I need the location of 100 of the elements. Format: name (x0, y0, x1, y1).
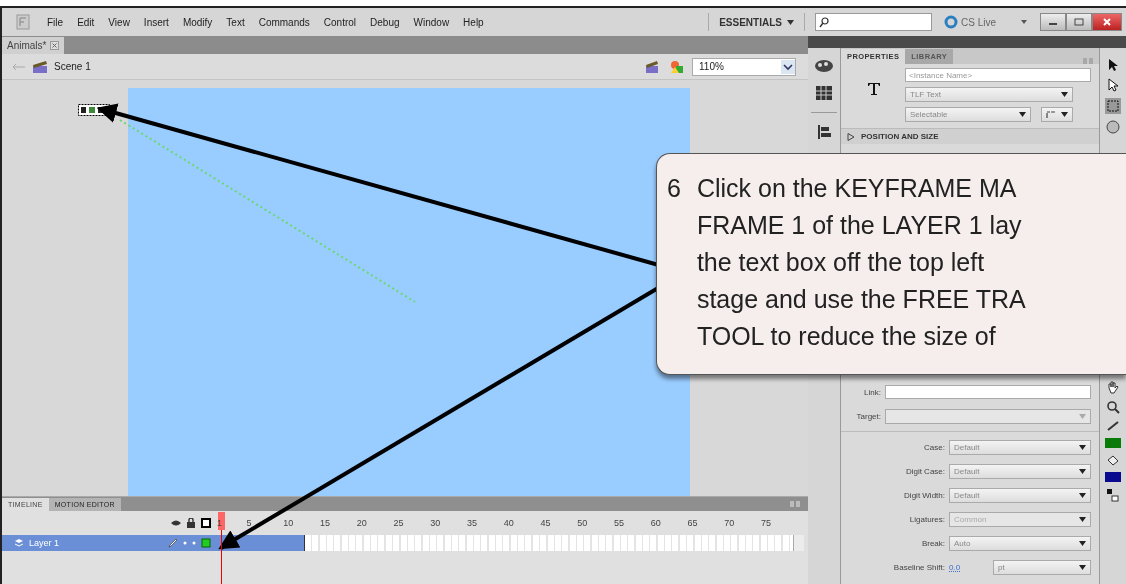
frame-number: 25 (393, 518, 404, 528)
layer-icon (14, 538, 24, 548)
fill-color-swatch[interactable] (1105, 472, 1121, 482)
playhead[interactable] (218, 512, 225, 584)
menu-item[interactable]: View (101, 16, 137, 28)
menu-item[interactable]: Text (219, 16, 252, 28)
baseline-shift-value[interactable]: 0.0 (949, 562, 989, 572)
field-label: Digit Case: (904, 466, 945, 476)
hand-icon[interactable] (1106, 380, 1120, 394)
frame-number: 55 (613, 518, 624, 528)
scrollbar[interactable] (793, 535, 804, 551)
dropdown-caret-icon (1079, 540, 1086, 546)
close-icon[interactable] (50, 41, 60, 50)
subselection-tool-icon[interactable] (1107, 78, 1119, 92)
lock-icon[interactable] (187, 518, 195, 528)
grid-icon[interactable] (816, 86, 832, 100)
stroke-color-swatch[interactable] (1105, 438, 1121, 448)
menu-item[interactable]: Window (406, 16, 457, 28)
minimize-button[interactable] (1040, 13, 1066, 31)
field-label: Ligatures: (908, 514, 945, 524)
instruction-text: FRAME 1 of the LAYER 1 lay (696, 210, 1023, 241)
frame-number: 15 (319, 518, 330, 528)
frame-number: 50 (577, 518, 588, 528)
field-label: Link: (863, 387, 881, 397)
menu-item[interactable]: Edit (70, 16, 102, 28)
frame-number: 1 (217, 518, 222, 528)
field-label: Target: (855, 411, 881, 421)
search-field[interactable] (815, 13, 932, 31)
text-box-drawing (78, 104, 110, 116)
dropdown-caret-icon[interactable] (1020, 19, 1028, 25)
dropdown-caret-icon (1061, 112, 1068, 117)
pencil-icon (168, 538, 178, 548)
dropdown-caret-icon (1079, 468, 1086, 474)
frame-number: 70 (724, 518, 735, 528)
text-tool-icon (867, 82, 881, 96)
clapperboard-icon (32, 59, 48, 74)
restore-icon (1074, 18, 1084, 26)
close-icon (1102, 18, 1112, 26)
field-label: Case: (923, 442, 945, 452)
dot-icon (183, 541, 187, 545)
menu-item[interactable]: Control (316, 16, 364, 28)
frame-number: 45 (540, 518, 551, 528)
eye-icon[interactable] (171, 519, 181, 527)
dropdown-caret-icon (781, 59, 795, 74)
zoom-dropdown[interactable]: 110% (692, 57, 796, 76)
frame-number: 10 (283, 518, 294, 528)
swap-colors-icon[interactable] (1106, 488, 1120, 502)
instruction-text: Click on the KEYFRAME MA (696, 173, 1018, 204)
dropdown-caret-icon (787, 19, 794, 25)
transform-tool-icon[interactable] (1105, 98, 1121, 114)
field-label: Break: (920, 538, 945, 548)
document-tab[interactable]: Animals* (2, 37, 65, 54)
field-label: Digit Width: (903, 490, 945, 500)
frame-number: 75 (760, 518, 771, 528)
instruction-text: the text box off the top left (696, 247, 986, 278)
instance-name-field[interactable]: <Instance Name> (905, 68, 1091, 82)
palette-icon[interactable] (814, 58, 834, 74)
sphere-tool-icon[interactable] (1106, 120, 1120, 134)
outline-color-icon (201, 538, 211, 548)
dropdown-caret-icon (1079, 516, 1086, 522)
scene-label[interactable]: Scene 1 (54, 61, 91, 72)
menu-item[interactable]: Debug (363, 16, 407, 28)
dropdown-caret-icon (1079, 492, 1086, 498)
workspace-switcher[interactable]: ESSENTIALS (719, 16, 794, 28)
menu-item[interactable]: Commands (251, 16, 317, 28)
menu-item[interactable]: Insert (136, 16, 176, 28)
instruction-text: stage and use the FREE TRA (696, 284, 1026, 315)
instruction-text: TOOL to reduce the size of (696, 321, 997, 352)
align-icon[interactable] (817, 125, 831, 139)
frame-number: 5 (246, 518, 252, 528)
dot-icon (192, 541, 196, 545)
link-field[interactable] (885, 385, 1091, 399)
menu-item[interactable]: Help (456, 16, 491, 28)
menu-item[interactable]: File (40, 16, 71, 28)
frame-number: 40 (503, 518, 514, 528)
orientation-dropdown[interactable] (1041, 107, 1073, 122)
step-number: 6 (667, 173, 681, 204)
selection-tool-icon[interactable] (1107, 58, 1119, 72)
frame-number: 60 (650, 518, 661, 528)
frame-number: 65 (687, 518, 698, 528)
dropdown-caret-icon (1079, 413, 1086, 419)
stroke-pencil-icon[interactable] (1106, 420, 1120, 432)
zoom-icon[interactable] (1106, 400, 1120, 414)
outline-square-icon[interactable] (201, 518, 211, 528)
dropdown-caret-icon (1079, 444, 1086, 450)
dropdown-caret-icon (1019, 112, 1026, 117)
orientation-icon (1046, 110, 1056, 119)
search-icon (819, 16, 829, 28)
frame-number: 30 (430, 518, 441, 528)
dropdown-caret-icon (1079, 564, 1086, 570)
cs-live-label[interactable]: CS Live (961, 16, 996, 28)
section-header[interactable]: POSITION AND SIZE (841, 128, 1099, 144)
close-button[interactable] (1092, 13, 1122, 31)
dropdown-caret-icon (1061, 92, 1068, 97)
cs-live-icon[interactable] (944, 15, 958, 29)
frame-cells[interactable] (305, 535, 793, 551)
menu-item[interactable]: Modify (175, 16, 220, 28)
frame-number: 35 (466, 518, 477, 528)
field-label: Baseline Shift: (892, 562, 945, 572)
frame-number: 20 (356, 518, 367, 528)
